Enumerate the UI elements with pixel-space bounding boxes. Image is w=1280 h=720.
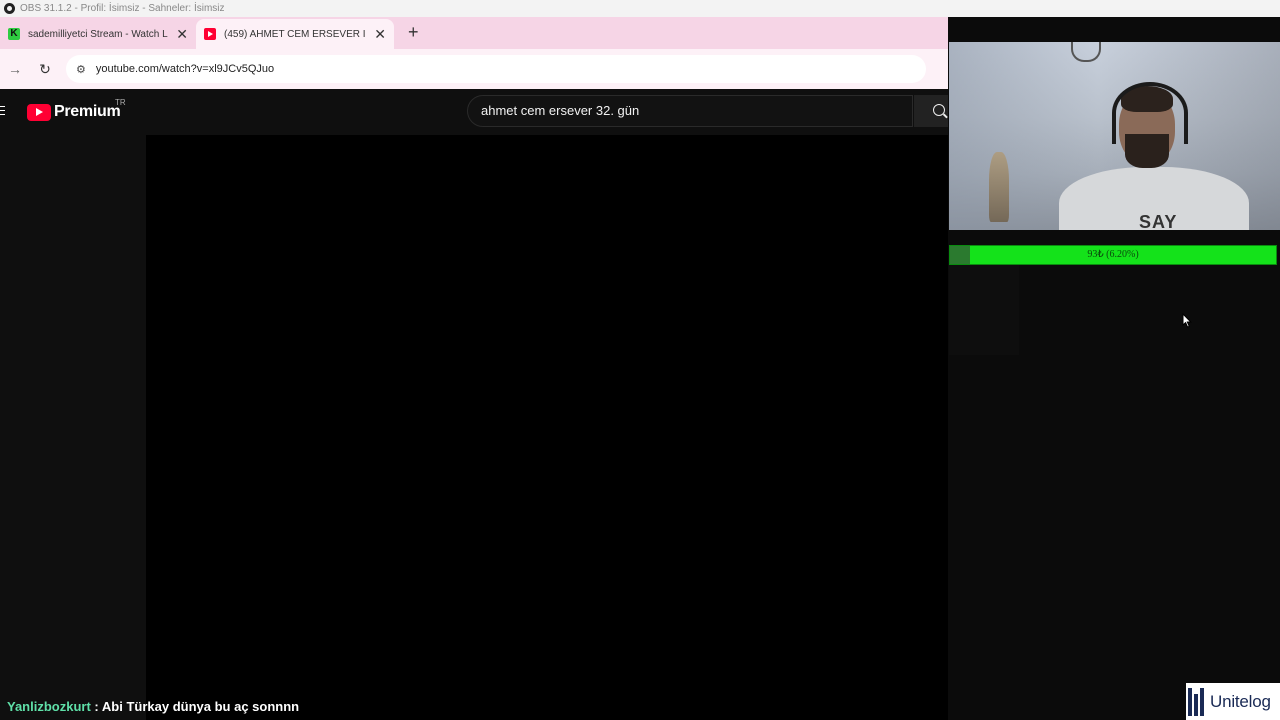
youtube-icon <box>204 28 216 40</box>
chat-message: Yanlizbozkurt : Abi Türkay dünya bu aç s… <box>7 699 299 714</box>
address-bar-row: → ↻ ⚙ youtube.com/watch?v=xl9JCv5QJuo <box>0 49 948 89</box>
url-field[interactable]: ⚙ youtube.com/watch?v=xl9JCv5QJuo <box>66 55 926 83</box>
overlay-panel <box>949 265 1019 355</box>
close-icon[interactable]: ✕ <box>374 26 386 43</box>
url-text: youtube.com/watch?v=xl9JCv5QJuo <box>95 63 275 75</box>
chat-separator: : <box>94 699 99 714</box>
video-player[interactable] <box>146 135 948 720</box>
search-button[interactable] <box>914 95 948 127</box>
search-icon <box>933 104 945 116</box>
tab-kick-stream[interactable]: K sademilliyetci Stream - Watch L ✕ <box>0 19 196 49</box>
goal-text: 93₺ (6.20%) <box>1087 249 1139 260</box>
close-icon[interactable]: ✕ <box>176 26 188 43</box>
webcam-feed: SAY <box>949 42 1280 230</box>
browser-tab-strip: K sademilliyetci Stream - Watch L ✕ (459… <box>0 17 948 49</box>
tab-title: sademilliyetci Stream - Watch L <box>28 28 168 40</box>
obs-logo-icon <box>4 3 15 14</box>
unitelog-logo-icon <box>1188 687 1206 716</box>
dried-plant <box>989 152 1009 222</box>
obs-title: OBS 31.1.2 - Profil: İsimsiz - Sahneler:… <box>20 3 225 14</box>
unitelog-watermark: Unitelog <box>1186 683 1280 720</box>
mouse-cursor-icon <box>1182 313 1192 328</box>
youtube-header: Premium TR ahmet cem ersever 32. gün <box>0 89 948 135</box>
headset-icon <box>1112 82 1188 144</box>
chat-username: Yanlizbozkurt <box>7 699 91 714</box>
site-settings-icon[interactable]: ⚙ <box>76 63 86 76</box>
country-code: TR <box>115 98 126 107</box>
tab-youtube-video[interactable]: (459) AHMET CEM ERSEVER I D ✕ <box>196 19 394 49</box>
youtube-sidebar <box>0 135 146 720</box>
youtube-premium-logo[interactable]: Premium <box>27 103 121 121</box>
new-tab-button[interactable]: + <box>408 22 419 43</box>
kick-icon: K <box>8 28 20 40</box>
youtube-play-icon <box>27 103 51 121</box>
reload-icon[interactable]: ↻ <box>30 61 60 78</box>
watermark-text: Unitelog <box>1210 691 1271 711</box>
obs-title-bar: OBS 31.1.2 - Profil: İsimsiz - Sahneler:… <box>0 0 1280 17</box>
shirt-text: SAY <box>1139 212 1178 230</box>
tab-title: (459) AHMET CEM ERSEVER I D <box>224 28 369 40</box>
forward-arrow-icon[interactable]: → <box>0 61 30 77</box>
brand-text: Premium <box>54 103 121 120</box>
search-input[interactable]: ahmet cem ersever 32. gün <box>467 95 913 127</box>
hamburger-menu-icon[interactable] <box>0 106 5 118</box>
chat-text: Abi Türkay dünya bu aç sonnnn <box>101 699 300 714</box>
donation-goal-bar: 93₺ (6.20%) <box>949 245 1277 265</box>
